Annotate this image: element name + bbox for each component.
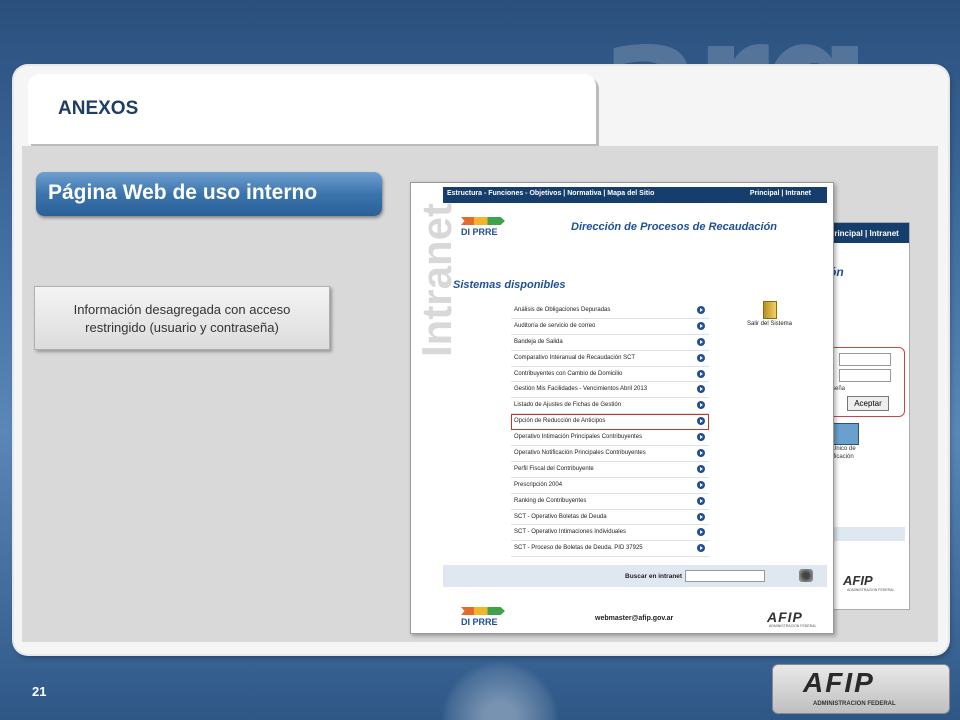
section-title: ANEXOS: [58, 98, 139, 119]
go-arrow-icon[interactable]: [697, 496, 705, 505]
go-arrow-icon[interactable]: [697, 369, 705, 378]
search-input[interactable]: [685, 570, 765, 582]
exit-label[interactable]: Salir del Sistema: [747, 321, 792, 327]
go-arrow-icon[interactable]: [697, 417, 705, 426]
system-item-label: Gestión Mis Facilidades - Vencimientos A…: [514, 386, 648, 393]
system-item[interactable]: Contribuyentes con Cambio de Domicilio: [511, 367, 709, 383]
system-item-label: Análisis de Obligaciones Depuradas: [514, 307, 611, 313]
system-item-label: Bandeja de Salida: [514, 338, 563, 345]
diprre-footer-arrow-icon: [461, 607, 505, 615]
exit-door-icon[interactable]: [763, 301, 777, 319]
system-item[interactable]: Bandeja de Salida: [511, 335, 709, 351]
page-number: 21: [32, 684, 47, 699]
intranet-watermark: Intranet: [413, 203, 460, 358]
system-item[interactable]: Operativo Intimación Principales Contrib…: [511, 430, 709, 447]
system-item[interactable]: Comparativo Interanual de Recaudación SC…: [511, 351, 709, 367]
go-arrow-icon[interactable]: [697, 401, 705, 410]
system-item[interactable]: Perfil Fiscal del Contribuyente: [511, 462, 709, 478]
diprre-footer-logo-text: DI PRRE: [461, 617, 498, 627]
afip-logo: AFIP: [767, 609, 803, 625]
system-item-label: Comparativo Interanual de Recaudación SC…: [514, 354, 636, 361]
system-item[interactable]: Análisis de Obligaciones Depuradas: [511, 303, 709, 319]
system-item-label: SCT - Proceso de Boletas de Deuda. PID 3…: [514, 545, 643, 552]
go-arrow-icon[interactable]: [697, 433, 705, 442]
system-item-label: Listado de Ajustes de Fichas de Gestión: [514, 402, 622, 409]
go-arrow-icon[interactable]: [697, 306, 705, 314]
system-item-label: Operativo Notificación Principales Contr…: [514, 450, 646, 457]
password-field[interactable]: [839, 369, 891, 382]
go-arrow-icon[interactable]: [697, 464, 705, 473]
info-box: Información desagregada con acceso restr…: [34, 286, 330, 350]
systems-title: Sistemas disponibles: [453, 279, 566, 291]
headline-pill: Página Web de uso interno: [36, 172, 382, 216]
search-label: Buscar en intranet: [625, 573, 683, 580]
system-item[interactable]: Auditoría de servicio de correo: [511, 319, 709, 335]
search-icon[interactable]: [799, 569, 813, 582]
system-item[interactable]: SCT - Operativo Intimaciones Individuale…: [511, 525, 709, 542]
footer-logo-sub: ADMINISTRACION FEDERAL: [813, 701, 896, 707]
system-item-label: SCT - Operativo Boletas de Deuda: [514, 513, 607, 520]
go-arrow-icon[interactable]: [697, 337, 705, 346]
system-item-label: Perfil Fiscal del Contribuyente: [514, 465, 594, 472]
system-item-label: SCT - Operativo Intimaciones Individuale…: [514, 529, 626, 536]
system-item-label: Operativo Intimación Principales Contrib…: [514, 434, 643, 441]
info-text: Información desagregada con acceso restr…: [73, 302, 291, 335]
go-arrow-icon[interactable]: [697, 512, 705, 521]
nav-links[interactable]: Estructura - Funciones - Objetivos | Nor…: [447, 190, 654, 197]
systems-list: Análisis de Obligaciones Depuradas Audito…: [511, 303, 709, 558]
monitor-icon[interactable]: [831, 423, 859, 445]
afip-logo-sub: ADMINISTRACION FEDERAL: [769, 624, 817, 628]
system-item[interactable]: Listado de Ajustes de Fichas de Gestión: [511, 398, 709, 415]
sun-emblem: [440, 660, 560, 720]
back-afip-logo: AFIP: [843, 573, 873, 588]
intranet-screenshot: Intranet Estructura - Funciones - Objeti…: [410, 182, 834, 634]
system-item[interactable]: Ranking de Contribuyentes: [511, 494, 709, 510]
footer-afip-logo: AFIP ADMINISTRACION FEDERAL: [772, 664, 950, 714]
go-arrow-icon[interactable]: [697, 528, 705, 537]
system-item-label: Prescripción 2004: [514, 481, 563, 488]
go-arrow-icon[interactable]: [697, 321, 705, 330]
diprre-logo-text: DI PRRE: [461, 227, 498, 237]
back-afip-sub: ADMINISTRACION FEDERAL: [847, 588, 895, 592]
headline-text: Página Web de uso interno: [48, 181, 318, 204]
footer-logo-text: AFIP: [803, 667, 875, 698]
system-item-label: Opción de Reducción de Anticipos: [514, 418, 606, 425]
system-item[interactable]: SCT - Operativo Boletas de Deuda: [511, 510, 709, 526]
system-item[interactable]: Operativo Notificación Principales Contr…: [511, 446, 709, 462]
diprre-arrow-icon: [461, 217, 505, 225]
page-title: Dirección de Procesos de Recaudación: [571, 221, 778, 233]
go-arrow-icon[interactable]: [697, 385, 705, 394]
system-item[interactable]: SCT - Proceso de Boletas de Deuda. PID 3…: [511, 541, 709, 558]
system-item-label: Auditoría de servicio de correo: [514, 322, 596, 329]
intranet-navbar: Estructura - Funciones - Objetivos | Nor…: [443, 187, 827, 203]
webmaster-email[interactable]: webmaster@afip.gov.ar: [595, 615, 673, 622]
diprre-footer-logo: DI PRRE: [461, 607, 505, 627]
system-item[interactable]: Opción de Reducción de Anticipos: [511, 414, 709, 431]
system-item-label: Ranking de Contribuyentes: [514, 497, 587, 504]
nav-principal-intranet[interactable]: Principal | Intranet: [750, 190, 811, 197]
go-arrow-icon[interactable]: [697, 449, 705, 458]
search-bar: Buscar en intranet: [443, 565, 827, 587]
system-item-label: Contribuyentes con Cambio de Domicilio: [514, 370, 623, 377]
go-arrow-icon[interactable]: [697, 480, 705, 489]
username-field[interactable]: [839, 353, 891, 366]
accept-button[interactable]: Aceptar: [847, 396, 889, 411]
go-arrow-icon[interactable]: [697, 544, 705, 553]
diprre-logo: DI PRRE: [461, 217, 505, 237]
go-arrow-icon[interactable]: [697, 353, 705, 362]
system-item[interactable]: Gestión Mis Facilidades - Vencimientos A…: [511, 382, 709, 399]
system-item[interactable]: Prescripción 2004: [511, 478, 709, 494]
